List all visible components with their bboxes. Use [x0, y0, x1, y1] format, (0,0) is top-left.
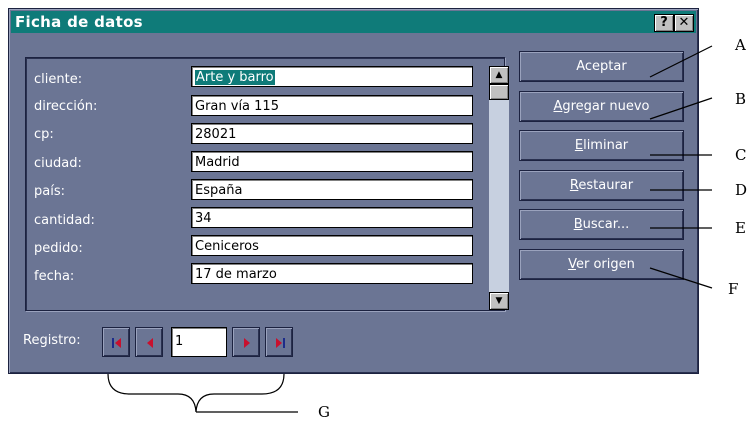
callout-d: D: [735, 181, 748, 199]
callout-b: B: [735, 90, 747, 108]
callout-e: E: [735, 219, 746, 237]
callout-a: A: [735, 36, 746, 54]
callout-lines: [107, 45, 713, 413]
callout-c: C: [735, 146, 747, 164]
callout-g: G: [318, 403, 330, 421]
callout-f: F: [728, 280, 739, 298]
